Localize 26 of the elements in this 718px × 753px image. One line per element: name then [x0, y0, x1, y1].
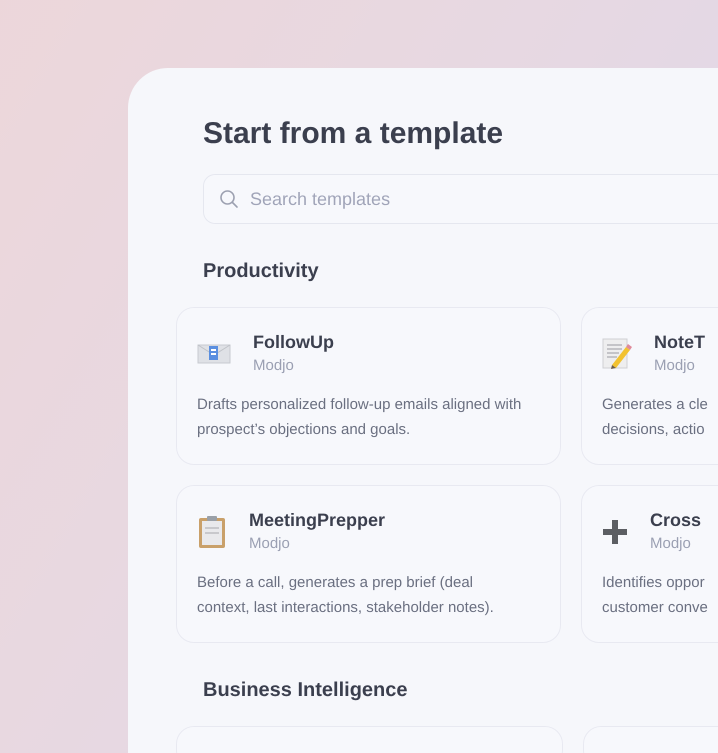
- search-field[interactable]: Search templates: [203, 174, 718, 224]
- template-name: Cross: [650, 509, 702, 532]
- template-description: Identifies oppor: [602, 573, 706, 593]
- template-name: MeetingPrepper: [249, 509, 386, 532]
- template-card[interactable]: FollowUp Modjo Drafts personalized follow-up emails aligned with prospect’s objections and goals.: [176, 307, 561, 465]
- template-card[interactable]: MeetingPrepper Modjo Before a call, generates a prep brief (deal context, last interactions, stakeholder notes).: [176, 485, 561, 643]
- template-description: decisions, actio: [602, 420, 706, 440]
- template-name: NoteT: [654, 331, 705, 354]
- template-card[interactable]: Cross Modjo Identifies oppor customer conve: [581, 485, 718, 643]
- page-title: Start from a template: [203, 116, 504, 152]
- template-description: customer conve: [602, 598, 709, 618]
- memo-pencil-icon: [602, 338, 632, 370]
- template-author: Modjo: [249, 534, 291, 554]
- template-card[interactable]: NoteT Modjo Generates a cle decisions, actio: [581, 307, 718, 465]
- template-description: Before a call, generates a prep brief (deal context, last interactions, stakeholder notes).: [197, 573, 495, 618]
- template-author: Modjo: [253, 356, 295, 376]
- template-name: FollowUp: [253, 331, 334, 354]
- section-heading: Productivity: [203, 260, 320, 283]
- section-heading: Business Intelligence: [203, 679, 409, 702]
- template-description: Generates a cle: [602, 395, 709, 415]
- template-description: Drafts personalized follow-up emails aligned with prospect’s objections and goals.: [197, 395, 522, 440]
- clipboard-icon: [197, 515, 227, 549]
- plus-icon: [602, 519, 628, 545]
- search-icon: [219, 189, 239, 209]
- template-author: Modjo: [654, 356, 696, 376]
- template-author: Modjo: [650, 534, 692, 554]
